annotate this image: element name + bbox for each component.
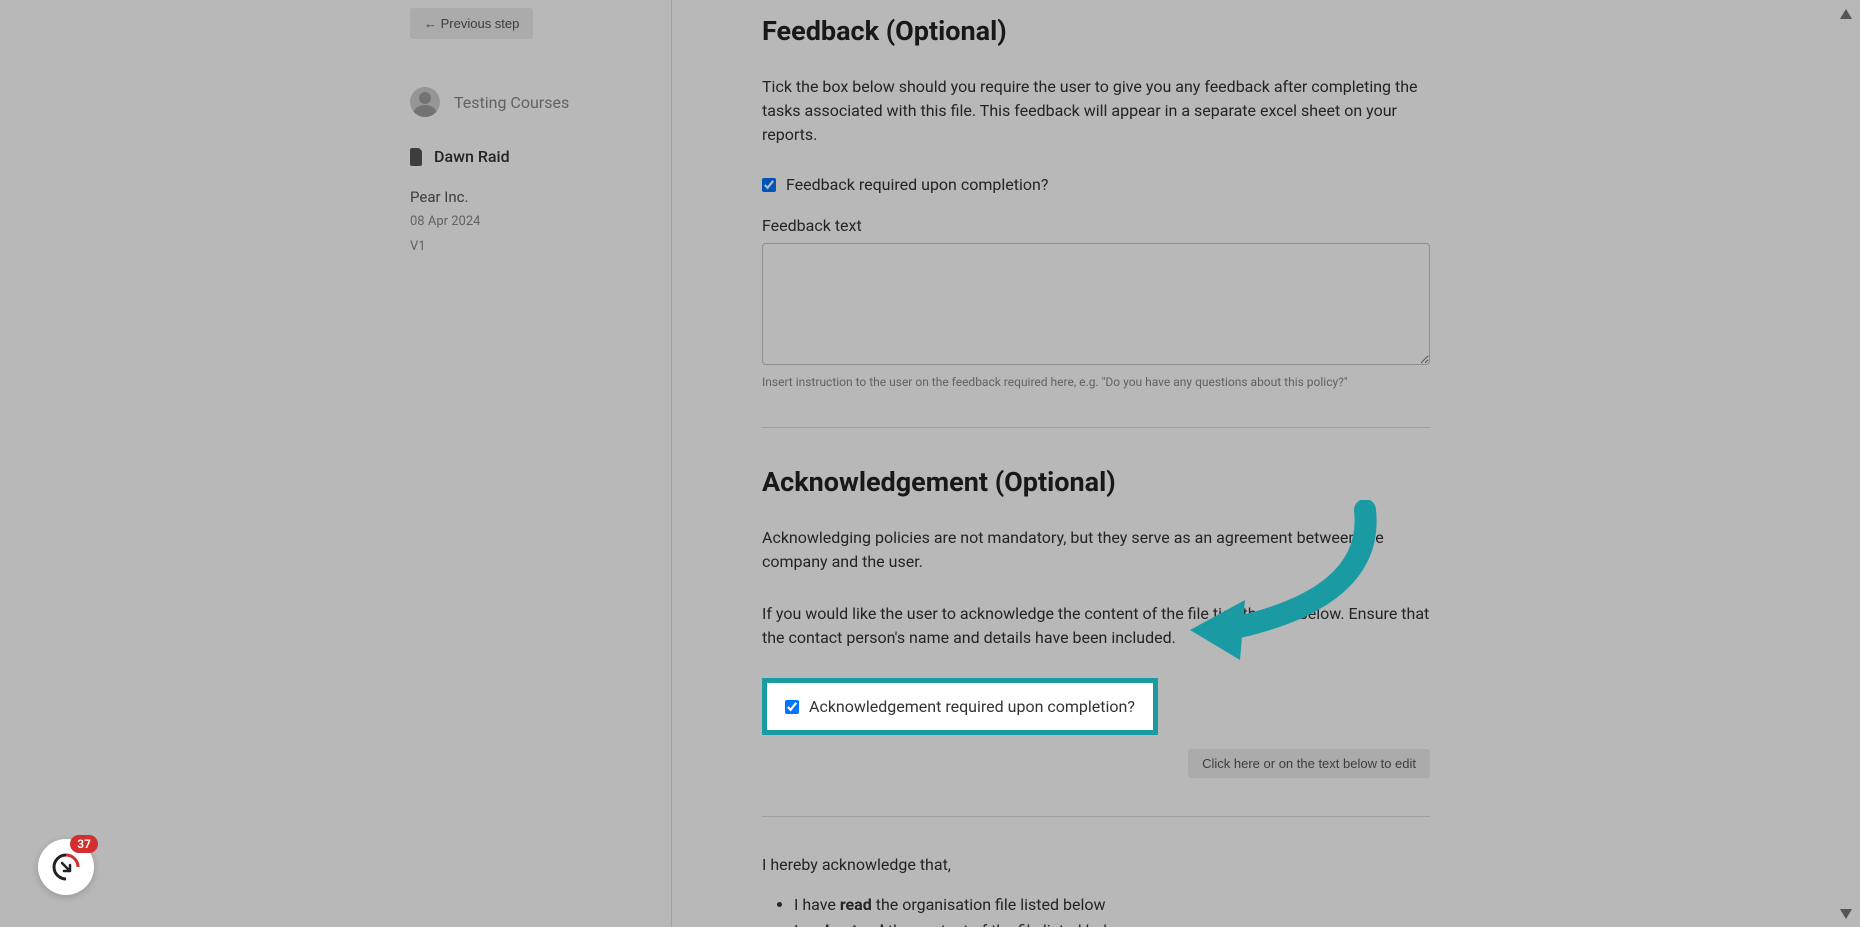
feedback-description: Tick the box below should you require th…: [762, 75, 1430, 147]
feedback-section-title: Feedback (Optional): [762, 15, 1430, 47]
acknowledgement-description-2: If you would like the user to acknowledg…: [762, 602, 1430, 650]
feedback-required-checkbox[interactable]: [762, 178, 776, 192]
acknowledgement-required-checkbox[interactable]: [785, 700, 799, 714]
course-name: Testing Courses: [454, 93, 569, 112]
widget-badge-count: 37: [70, 835, 98, 853]
feedback-text-label: Feedback text: [762, 216, 1430, 235]
company-name: Pear Inc.: [410, 188, 641, 206]
acknowledgement-description-1: Acknowledging policies are not mandatory…: [762, 526, 1430, 574]
section-divider: [762, 427, 1430, 428]
feedback-checkbox-label[interactable]: Feedback required upon completion?: [786, 175, 1048, 194]
acknowledgement-text-block[interactable]: I hereby acknowledge that, I have read t…: [762, 855, 1430, 927]
feedback-hint: Insert instruction to the user on the fe…: [762, 375, 1430, 389]
acknowledgement-checkbox-label[interactable]: Acknowledgement required upon completion…: [809, 697, 1135, 716]
acknowledgement-section-title: Acknowledgement (Optional): [762, 466, 1430, 498]
avatar: [410, 87, 440, 117]
scroll-up-icon[interactable]: [1840, 4, 1854, 23]
document-title: Dawn Raid: [434, 147, 510, 166]
scroll-down-icon[interactable]: [1840, 904, 1854, 923]
ack-intro: I hereby acknowledge that,: [762, 855, 1430, 874]
document-icon: [410, 148, 424, 166]
feedback-textarea[interactable]: [762, 243, 1430, 365]
document-version: V1: [410, 239, 641, 254]
help-widget[interactable]: 37: [38, 839, 94, 895]
document-date: 08 Apr 2024: [410, 214, 641, 229]
widget-logo-icon: [50, 851, 82, 883]
section-divider-2: [762, 816, 1430, 817]
acknowledgement-highlight-box: Acknowledgement required upon completion…: [762, 678, 1158, 735]
ack-list-item-1: I have read the organisation file listed…: [794, 892, 1430, 918]
ack-list-item-2: I understand the content of the file lis…: [794, 918, 1430, 927]
previous-step-button[interactable]: ← Previous step: [410, 8, 533, 39]
edit-acknowledgement-button[interactable]: Click here or on the text below to edit: [1188, 749, 1430, 778]
